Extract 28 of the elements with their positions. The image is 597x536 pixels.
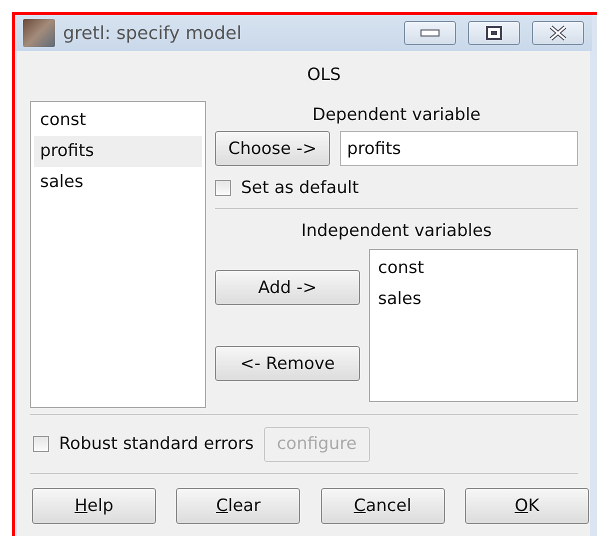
- app-icon: [23, 19, 55, 47]
- model-label: OLS: [306, 65, 342, 87]
- window-title: gretl: specify model: [63, 22, 243, 44]
- variable-item[interactable]: sales: [34, 167, 202, 198]
- dialog-button[interactable]: Help: [32, 488, 156, 524]
- dialog-button[interactable]: Cancel: [320, 488, 445, 524]
- close-button[interactable]: [532, 21, 584, 45]
- dependent-field[interactable]: profits: [340, 131, 578, 166]
- close-icon: [548, 25, 568, 41]
- choose-button[interactable]: Choose ->: [215, 131, 330, 166]
- section-heading: Independent variables: [300, 220, 493, 243]
- add-button[interactable]: Add ->: [215, 270, 360, 305]
- independent-item[interactable]: sales: [378, 284, 569, 315]
- independent-item[interactable]: const: [378, 253, 569, 284]
- checkbox-label: Robust standard errors: [59, 434, 254, 454]
- maximize-button[interactable]: [468, 21, 520, 45]
- minimize-icon: [420, 29, 440, 37]
- checkbox-label: Set as default: [241, 178, 359, 198]
- minimize-button[interactable]: [404, 21, 456, 45]
- checkbox[interactable]: [215, 180, 231, 196]
- section-heading: Dependent variable: [311, 104, 482, 127]
- variable-item[interactable]: const: [34, 105, 202, 136]
- checkbox[interactable]: [33, 436, 49, 452]
- variable-item[interactable]: profits: [34, 136, 202, 167]
- dialog-button[interactable]: Clear: [176, 488, 300, 524]
- remove-button[interactable]: <- Remove: [215, 346, 360, 381]
- maximize-icon: [486, 26, 502, 40]
- dialog-button[interactable]: OK: [464, 488, 589, 524]
